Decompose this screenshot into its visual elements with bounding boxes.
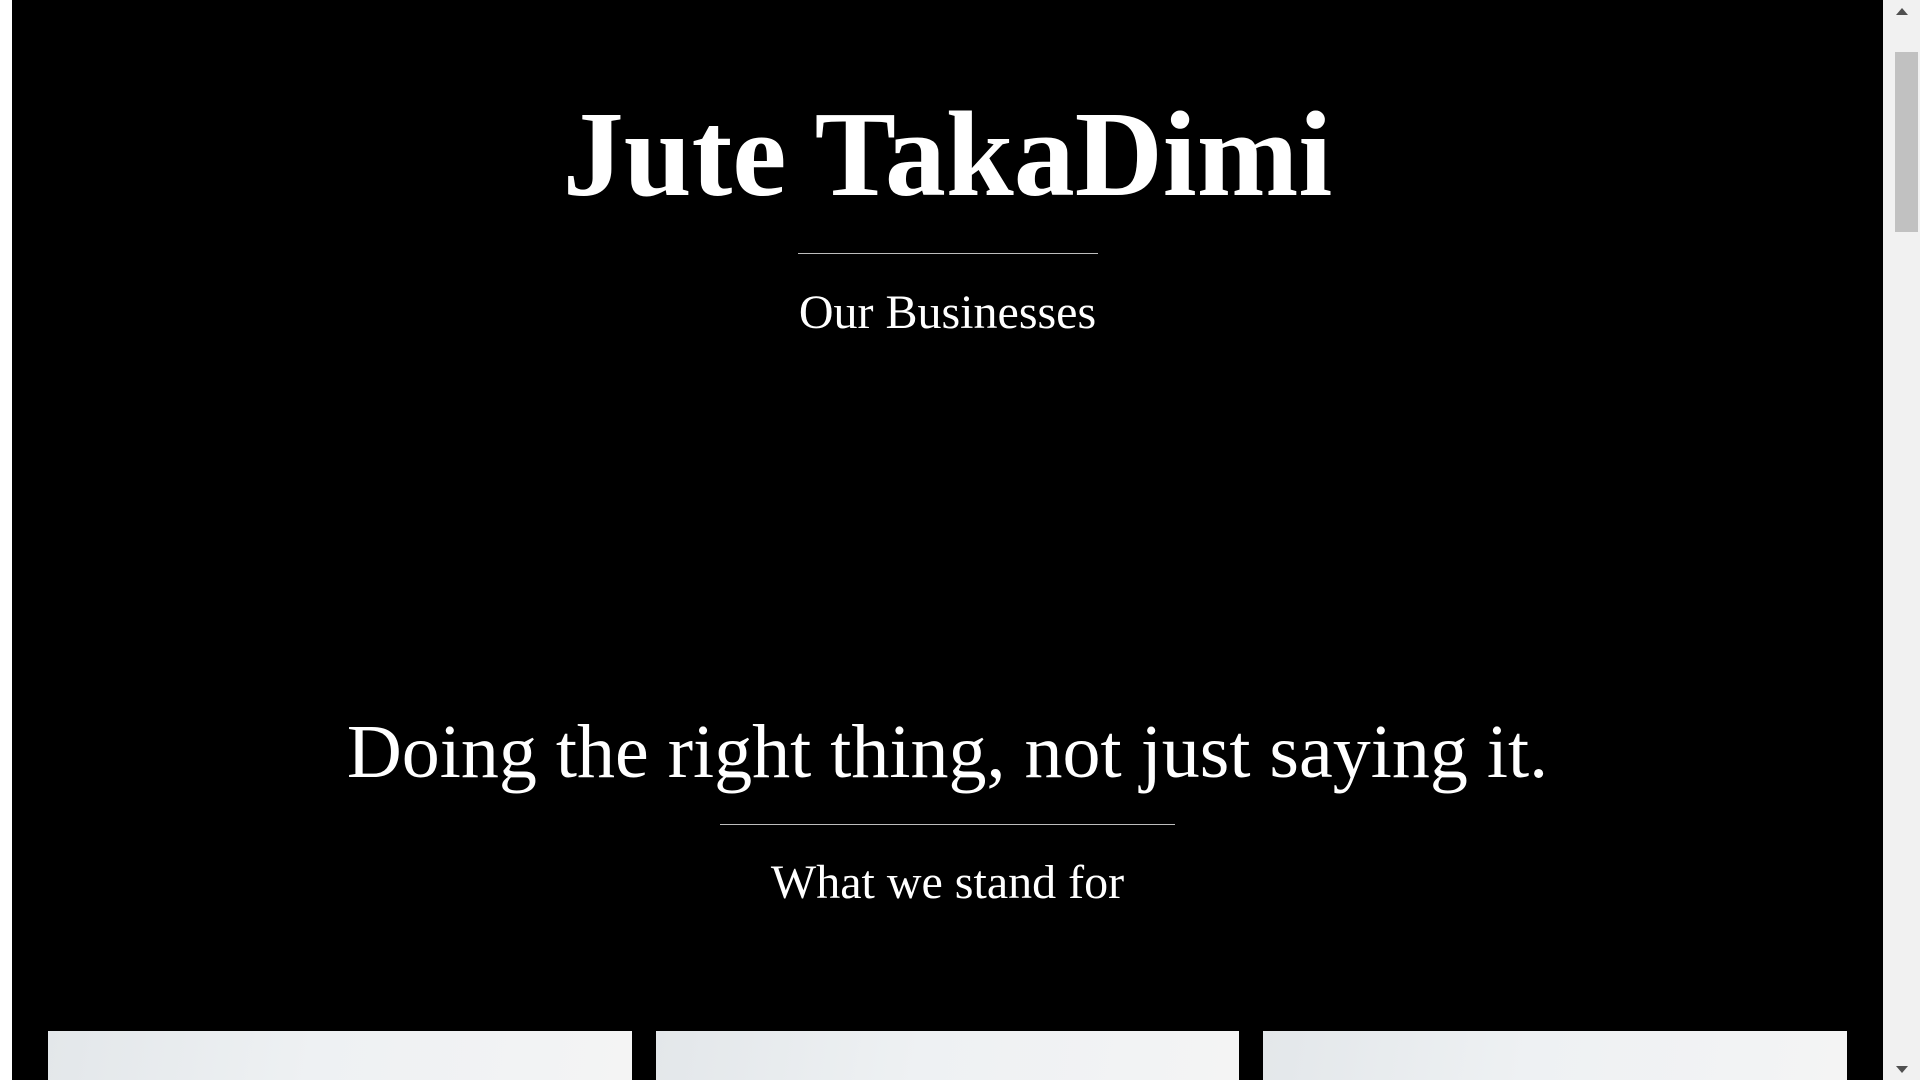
mission-heading: Doing the right thing, not just saying i…: [346, 710, 1549, 794]
value-card-1[interactable]: [48, 1031, 632, 1080]
value-card-2[interactable]: [656, 1031, 1239, 1080]
page-content: Jute TakaDimi Our Businesses Doing the r…: [12, 0, 1883, 1080]
section-title-businesses: Our Businesses: [798, 286, 1097, 339]
browser-viewport: Jute TakaDimi Our Businesses Doing the r…: [0, 0, 1920, 1080]
chevron-up-icon: [1895, 7, 1908, 15]
scroll-up-button[interactable]: [1883, 0, 1920, 22]
value-card-3[interactable]: [1263, 1031, 1847, 1080]
scroll-down-button[interactable]: [1883, 1058, 1920, 1080]
title-divider: [798, 253, 1098, 254]
mission-subtitle: What we stand for: [770, 856, 1125, 909]
mission-divider: [720, 824, 1175, 825]
brand-title: Jute TakaDimi: [562, 87, 1333, 222]
vertical-scrollbar[interactable]: [1883, 0, 1920, 1080]
scrollbar-thumb[interactable]: [1895, 52, 1918, 232]
chevron-down-icon: [1895, 1065, 1908, 1073]
